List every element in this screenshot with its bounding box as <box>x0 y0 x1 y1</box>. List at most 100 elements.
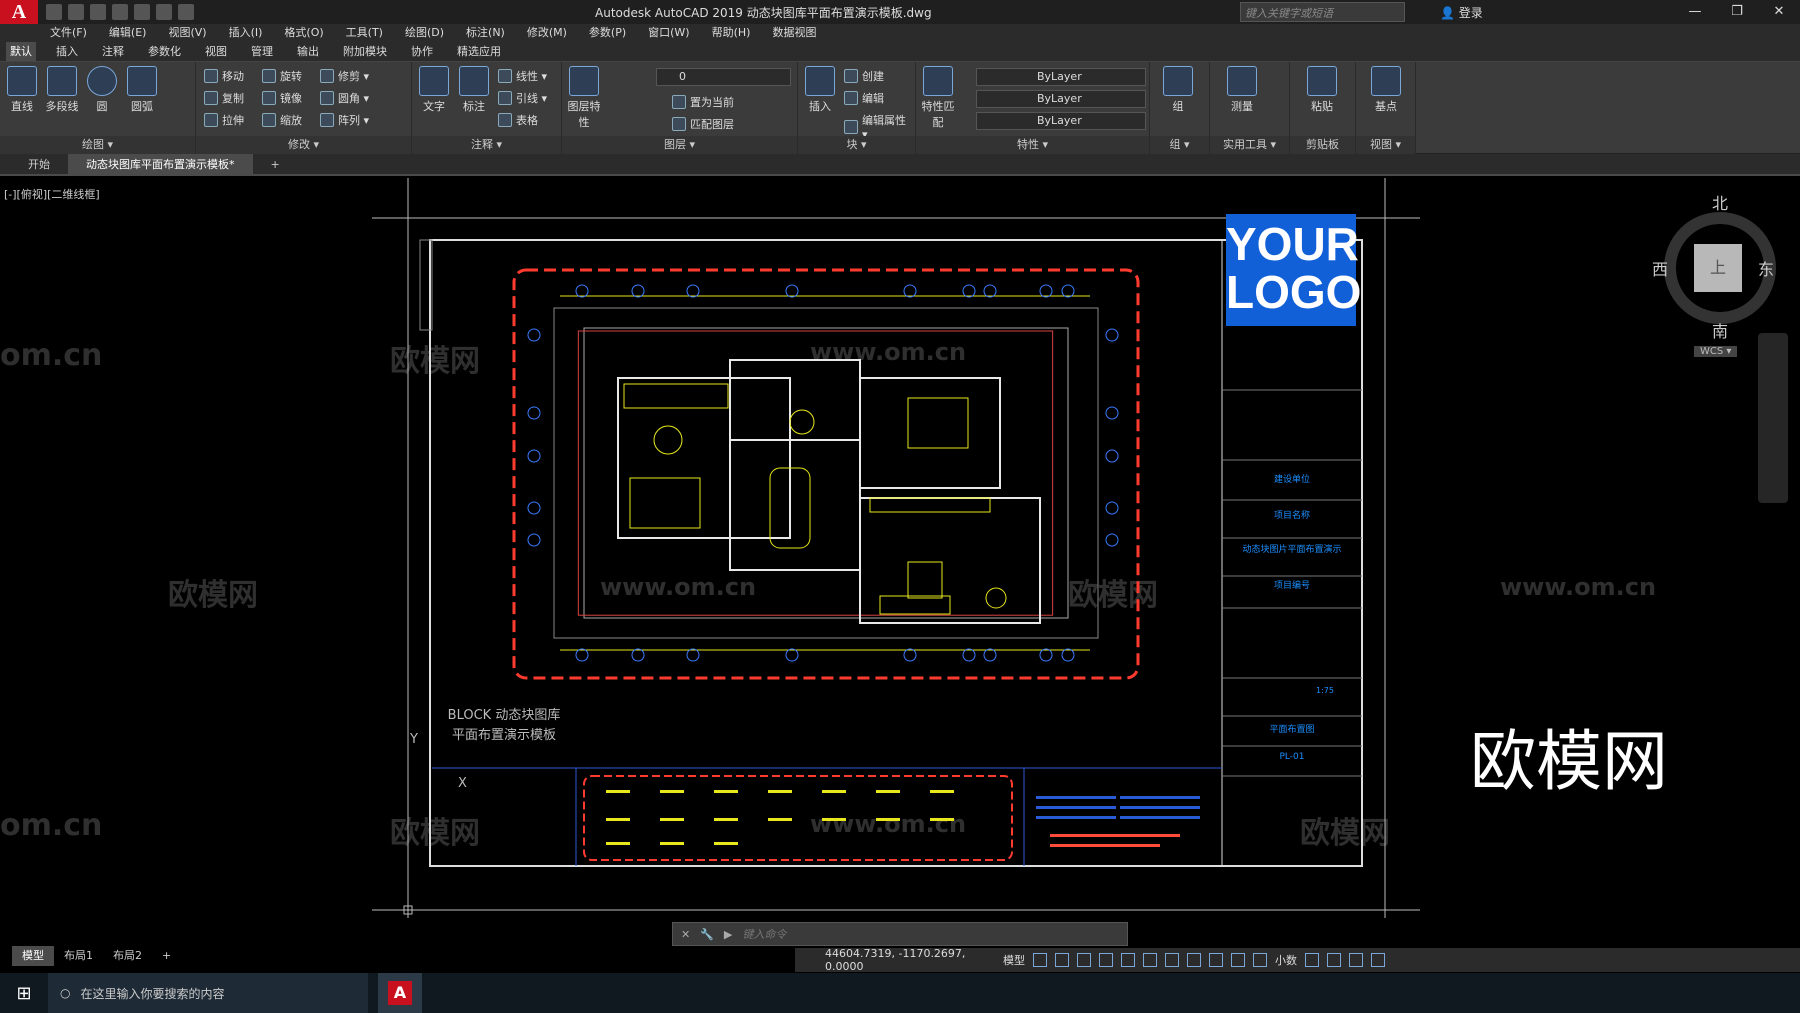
open-file-icon[interactable] <box>68 4 84 20</box>
draw-panel-title[interactable]: 绘图 ▾ <box>0 136 195 154</box>
add-layout-button[interactable]: + <box>152 946 181 966</box>
array-button[interactable]: 阵列 ▾ <box>320 112 369 128</box>
menu-parametric[interactable]: 参数(P) <box>589 24 626 42</box>
tab-model[interactable]: 模型 <box>12 946 54 966</box>
lineweight-dropdown[interactable]: ByLayer <box>976 112 1146 130</box>
taskbar-autocad-app[interactable]: A <box>378 973 422 1013</box>
group-button[interactable]: 组 <box>1158 66 1198 114</box>
menu-view[interactable]: 视图(V) <box>168 24 206 42</box>
scale-button[interactable]: 缩放 <box>262 112 302 128</box>
mirror-button[interactable]: 镜像 <box>262 90 302 106</box>
view-panel-title[interactable]: 视图 ▾ <box>1356 136 1415 154</box>
utilities-panel-title[interactable]: 实用工具 ▾ <box>1210 136 1289 154</box>
units-dropdown[interactable]: 小数 <box>1275 952 1297 968</box>
color-dropdown[interactable]: ByLayer <box>976 68 1146 86</box>
groups-panel-title[interactable]: 组 ▾ <box>1150 136 1209 154</box>
tab-parametric[interactable]: 参数化 <box>144 42 185 61</box>
compass-south[interactable]: 南 <box>1712 318 1728 342</box>
minimize-button[interactable]: — <box>1674 0 1716 24</box>
tab-layout1[interactable]: 布局1 <box>54 946 103 966</box>
windows-start-icon[interactable]: ⊞ <box>0 973 48 1013</box>
menu-file[interactable]: 文件(F) <box>50 24 87 42</box>
modify-panel-title[interactable]: 修改 ▾ <box>196 136 411 154</box>
help-search-input[interactable]: 键入关键字或短语 <box>1240 2 1405 22</box>
base-point-button[interactable]: 基点 <box>1366 66 1406 114</box>
menu-help[interactable]: 帮助(H) <box>712 24 751 42</box>
menu-format[interactable]: 格式(O) <box>284 24 323 42</box>
table-button[interactable]: 表格 <box>498 112 538 128</box>
circle-button[interactable]: 圆 <box>82 66 122 114</box>
linear-button[interactable]: 线性 ▾ <box>498 68 547 84</box>
trim-button[interactable]: 修剪 ▾ <box>320 68 369 84</box>
customize-cmd-icon[interactable]: 🔧 <box>700 928 714 941</box>
autocad-logo-icon[interactable]: A <box>0 0 38 24</box>
match-layer-button[interactable]: 匹配图层 <box>672 116 734 132</box>
polyline-button[interactable]: 多段线 <box>42 66 82 114</box>
create-block-button[interactable]: 创建 <box>844 68 884 84</box>
fillet-button[interactable]: 圆角 ▾ <box>320 90 369 106</box>
customize-icon[interactable] <box>1371 953 1385 967</box>
viewcube-top-face[interactable]: 上 <box>1694 244 1742 292</box>
menu-draw[interactable]: 绘图(D) <box>405 24 444 42</box>
match-properties-button[interactable]: 特性匹配 <box>918 66 958 130</box>
layer-properties-button[interactable]: 图层特性 <box>564 66 604 130</box>
otrack-icon[interactable] <box>1143 953 1157 967</box>
layer-dropdown[interactable]: 0 <box>656 68 791 86</box>
wcs-menu[interactable]: WCS ▾ <box>1694 346 1738 357</box>
menu-dimension[interactable]: 标注(N) <box>466 24 505 42</box>
grid-icon[interactable] <box>1033 953 1047 967</box>
layers-panel-title[interactable]: 图层 ▾ <box>562 136 797 154</box>
undo-icon[interactable] <box>156 4 172 20</box>
drawing-viewport[interactable]: [-][俯视][二维线框] om.cn 欧模网 www.om.cn 欧模网 ww… <box>0 178 1790 947</box>
hardware-accel-icon[interactable] <box>1327 953 1341 967</box>
close-button[interactable]: ✕ <box>1758 0 1800 24</box>
properties-panel-title[interactable]: 特性 ▾ <box>916 136 1149 154</box>
arc-button[interactable]: 圆弧 <box>122 66 162 114</box>
polar-icon[interactable] <box>1099 953 1113 967</box>
redo-icon[interactable] <box>178 4 194 20</box>
model-space-button[interactable]: 模型 <box>1003 952 1025 968</box>
compass-east[interactable]: 东 <box>1758 256 1774 280</box>
stretch-button[interactable]: 拉伸 <box>204 112 244 128</box>
navigation-bar[interactable] <box>1758 333 1788 503</box>
lineweight-icon[interactable] <box>1165 953 1179 967</box>
tab-collaborate[interactable]: 协作 <box>407 42 437 61</box>
linetype-dropdown[interactable]: ByLayer <box>976 90 1146 108</box>
dimension-button[interactable]: 标注 <box>454 66 494 114</box>
clean-screen-icon[interactable] <box>1349 953 1363 967</box>
tab-annotate[interactable]: 注释 <box>98 42 128 61</box>
tab-featured-apps[interactable]: 精选应用 <box>453 42 505 61</box>
block-panel-title[interactable]: 块 ▾ <box>798 136 915 154</box>
tab-layout2[interactable]: 布局2 <box>103 946 152 966</box>
copy-button[interactable]: 复制 <box>204 90 244 106</box>
ortho-icon[interactable] <box>1077 953 1091 967</box>
selection-cycling-icon[interactable] <box>1209 953 1223 967</box>
set-current-button[interactable]: 置为当前 <box>672 94 734 110</box>
tab-manage[interactable]: 管理 <box>247 42 277 61</box>
new-tab-button[interactable]: + <box>253 154 298 174</box>
compass-west[interactable]: 西 <box>1652 256 1668 280</box>
edit-block-button[interactable]: 编辑 <box>844 90 884 106</box>
rotate-button[interactable]: 旋转 <box>262 68 302 84</box>
transparency-icon[interactable] <box>1187 953 1201 967</box>
line-button[interactable]: 直线 <box>2 66 42 114</box>
menu-window[interactable]: 窗口(W) <box>648 24 689 42</box>
snap-icon[interactable] <box>1055 953 1069 967</box>
clipboard-panel-title[interactable]: 剪贴板 <box>1290 136 1355 154</box>
login-button[interactable]: 👤 登录 <box>1440 4 1483 21</box>
compass-north[interactable]: 北 <box>1712 190 1728 214</box>
tab-output[interactable]: 输出 <box>293 42 323 61</box>
insert-block-button[interactable]: 插入 <box>800 66 840 114</box>
save-as-icon[interactable] <box>112 4 128 20</box>
workspace-gear-icon[interactable] <box>1253 953 1267 967</box>
move-button[interactable]: 移动 <box>204 68 244 84</box>
command-input[interactable] <box>742 927 1123 941</box>
restore-button[interactable]: ❐ <box>1716 0 1758 24</box>
menu-edit[interactable]: 编辑(E) <box>109 24 147 42</box>
text-button[interactable]: 文字 <box>414 66 454 114</box>
tab-default[interactable]: 默认 <box>6 42 36 61</box>
leader-button[interactable]: 引线 ▾ <box>498 90 547 106</box>
osnap-icon[interactable] <box>1121 953 1135 967</box>
tab-current-drawing[interactable]: 动态块图库平面布置演示模板* <box>68 154 253 174</box>
viewcube[interactable]: 上 北 南 东 西 WCS ▾ <box>1650 194 1790 357</box>
